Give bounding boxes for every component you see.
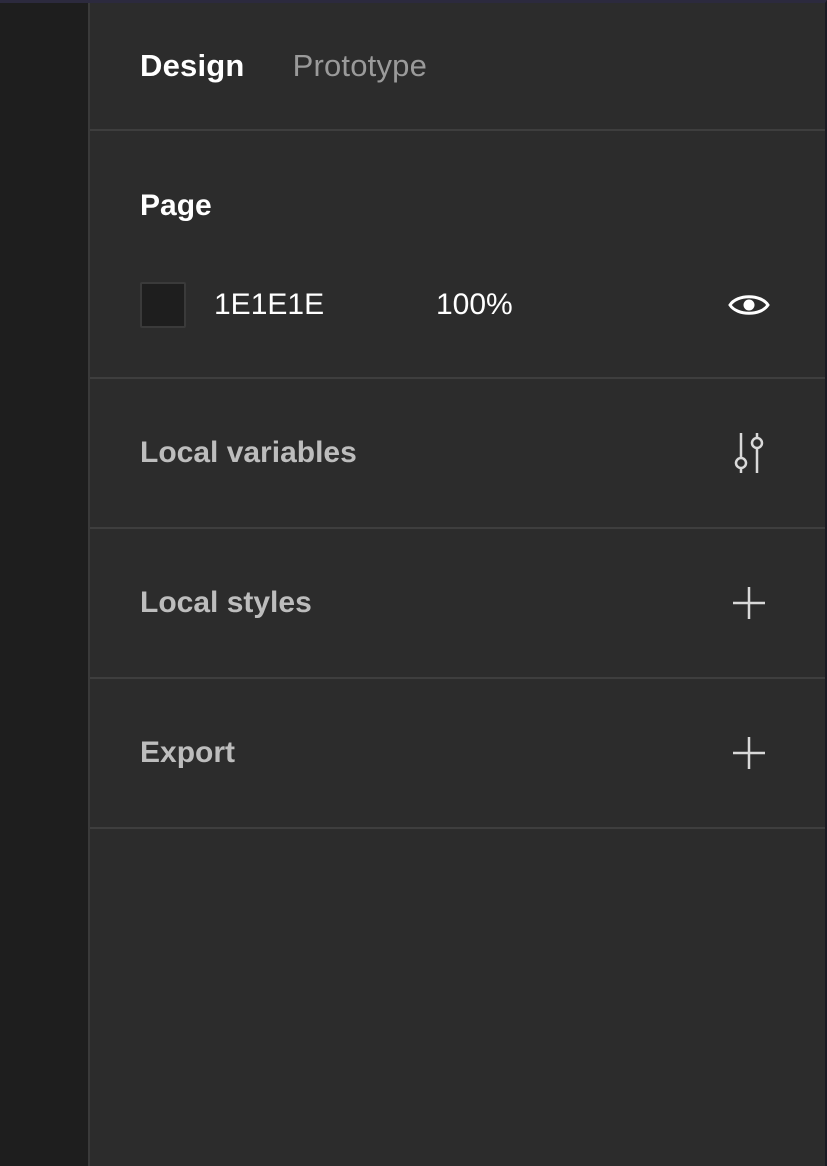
- canvas-area[interactable]: [0, 3, 88, 1166]
- local-variables-section: Local variables: [90, 379, 825, 529]
- page-fill-row: 1E1E1E 100%: [140, 281, 771, 329]
- page-opacity-field[interactable]: 100%: [436, 288, 513, 322]
- plus-icon: [733, 737, 765, 769]
- eye-icon[interactable]: [727, 283, 771, 327]
- sliders-icon[interactable]: [727, 431, 771, 475]
- local-variables-label: Local variables: [140, 436, 357, 469]
- tab-design[interactable]: Design: [140, 48, 245, 84]
- local-styles-label: Local styles: [140, 586, 312, 619]
- app-window: Design Prototype Page 1E1E1E 100% Local …: [0, 0, 827, 1166]
- page-section: Page 1E1E1E 100%: [90, 131, 825, 379]
- page-color-hex-field[interactable]: 1E1E1E: [214, 288, 436, 322]
- page-color-swatch[interactable]: [140, 282, 186, 328]
- add-local-style-button[interactable]: [727, 581, 771, 625]
- export-section: Export: [90, 679, 825, 829]
- tab-prototype[interactable]: Prototype: [293, 48, 428, 84]
- add-export-button[interactable]: [727, 731, 771, 775]
- page-section-title: Page: [140, 189, 212, 222]
- export-label: Export: [140, 736, 236, 769]
- right-properties-panel: Design Prototype Page 1E1E1E 100% Local …: [88, 3, 825, 1166]
- plus-icon: [733, 587, 765, 619]
- panel-tabs: Design Prototype: [90, 3, 825, 131]
- local-styles-section: Local styles: [90, 529, 825, 679]
